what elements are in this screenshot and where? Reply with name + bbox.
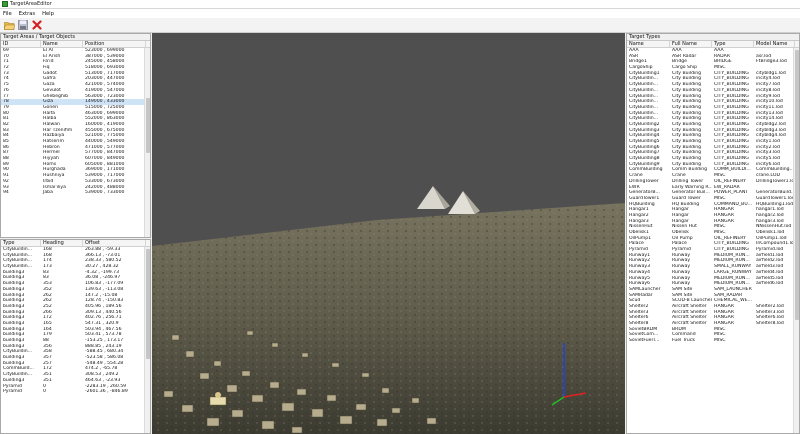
toolbar — [0, 18, 800, 33]
table-cell — [754, 338, 795, 344]
title-bar: TargetAreaEditor — [0, 0, 800, 9]
window-title: TargetAreaEditor — [10, 1, 52, 7]
col-type[interactable]: Type — [1, 240, 41, 246]
target-objects-column-header: Type Heading Offset — [1, 240, 150, 247]
target-areas-panel: Target Areas / Target Objects ID Name Po… — [0, 33, 151, 238]
menu-file[interactable]: File — [3, 11, 12, 17]
target-areas-list: 69 El Al 523000 , 699000 70 El Arish 387000 ,… — [1, 48, 150, 196]
target-objects-list: CityBuildin... 168 263.88 , -59.33 CityBuil… — [1, 247, 150, 395]
table-cell: 94 — [3, 190, 9, 196]
target-types-panel: Target Types Name Full Name Type Model N… — [626, 33, 800, 434]
table-row[interactable]: 94 Jaba 539000 , 733000 — [1, 190, 150, 196]
target-areas-header: Target Areas / Target Objects — [1, 34, 150, 41]
terrain-scene — [152, 33, 625, 434]
target-types-column-header: Name Full Name Type Model Name — [627, 41, 799, 48]
save-icon[interactable] — [17, 19, 29, 31]
target-types-scrollbar[interactable] — [793, 48, 799, 433]
target-areas-column-header: ID Name Position — [1, 41, 150, 48]
col-type-category[interactable]: Type — [712, 41, 754, 47]
target-objects-scrollbar[interactable] — [144, 247, 150, 433]
table-cell: 539000 , 733000 — [85, 190, 125, 196]
table-row[interactable]: Pyramid 0 -2601.36 , -846.89 — [1, 389, 150, 395]
table-cell: MISC — [714, 338, 726, 344]
target-objects-panel: Type Heading Offset CityBuildin... 168 263… — [0, 239, 151, 434]
table-cell: SovietFuelT... — [629, 338, 660, 344]
3d-viewport[interactable] — [152, 33, 625, 434]
target-types-list: AAA AAA AAA ASR ASR Radar RADAR asr.lod Bridge1… — [627, 48, 799, 344]
col-model-name[interactable]: Model Name — [754, 41, 795, 47]
menu-extras[interactable]: Extras — [19, 11, 35, 17]
close-red-x-icon[interactable] — [31, 19, 43, 31]
target-types-header: Target Types — [627, 34, 799, 41]
table-cell: Pyramid — [3, 389, 22, 395]
target-areas-scrollbar[interactable] — [144, 48, 150, 237]
scrollbar-thumb[interactable] — [795, 50, 799, 320]
col-heading[interactable]: Heading — [41, 240, 83, 246]
menu-bar: File Extras Help — [0, 9, 800, 18]
app-icon — [2, 1, 8, 7]
open-folder-icon[interactable] — [3, 19, 15, 31]
col-name[interactable]: Name — [41, 41, 83, 47]
table-cell: -2601.36 , -846.89 — [85, 389, 128, 395]
col-full-name[interactable]: Full Name — [670, 41, 712, 47]
col-position[interactable]: Position — [83, 41, 146, 47]
scrollbar-thumb[interactable] — [146, 249, 150, 359]
table-cell: 0 — [43, 389, 46, 395]
col-offset[interactable]: Offset — [83, 240, 146, 246]
col-id[interactable]: ID — [1, 41, 41, 47]
scrollbar-thumb[interactable] — [146, 98, 150, 153]
col-type-name[interactable]: Name — [627, 41, 670, 47]
menu-help[interactable]: Help — [42, 11, 54, 17]
table-row[interactable]: SovietFuelT... Fuel Truck MISC — [627, 338, 799, 344]
table-cell: Fuel Truck — [672, 338, 695, 344]
table-cell: Jaba — [43, 190, 53, 196]
